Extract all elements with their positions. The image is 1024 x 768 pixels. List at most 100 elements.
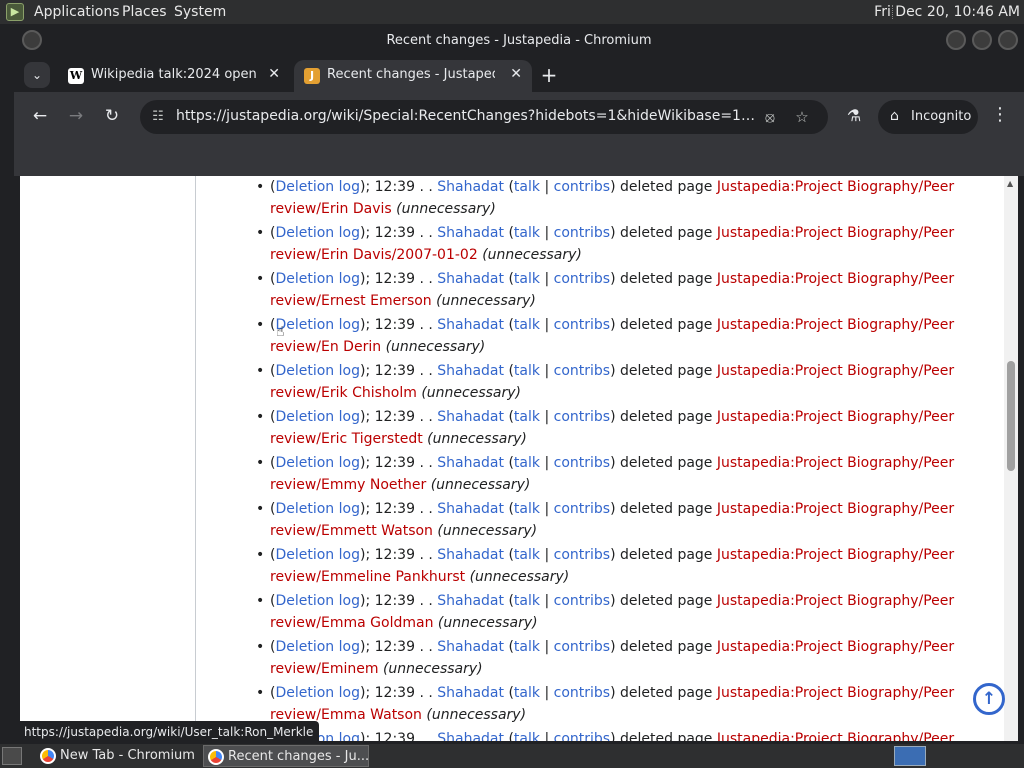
eye-crossed-icon[interactable]: ⦻ bbox=[760, 107, 780, 127]
deletion-log-link[interactable]: Deletion log bbox=[275, 547, 360, 563]
maximize-button[interactable] bbox=[972, 30, 992, 50]
back-arrow-icon[interactable]: ← bbox=[26, 102, 54, 130]
deleted-page-link[interactable]: Justapedia:Project Biography/Peer review… bbox=[270, 731, 954, 741]
menu-applications[interactable]: Applications bbox=[34, 4, 120, 20]
contribs-link[interactable]: contribs bbox=[554, 225, 610, 241]
scrollbar-thumb[interactable] bbox=[1007, 361, 1015, 471]
talk-link[interactable]: talk bbox=[514, 271, 540, 287]
contribs-link[interactable]: contribs bbox=[554, 593, 610, 609]
deletion-log-link[interactable]: Deletion log bbox=[275, 685, 360, 701]
deleted-page-link[interactable]: Justapedia:Project Biography/Peer review… bbox=[270, 639, 954, 677]
status-url-bubble: https://justapedia.org/wiki/User_talk:Ro… bbox=[18, 721, 320, 743]
deletion-log-link[interactable]: Deletion log bbox=[275, 593, 360, 609]
deletion-log-link[interactable]: Deletion log bbox=[275, 179, 360, 195]
deleted-page-link[interactable]: Justapedia:Project Biography/Peer review… bbox=[270, 363, 954, 401]
contribs-link[interactable]: contribs bbox=[554, 179, 610, 195]
tab-wikipedia-talk[interactable]: W Wikipedia talk:2024 open letter ✕ bbox=[58, 60, 290, 92]
user-link[interactable]: Shahadat bbox=[437, 593, 504, 609]
deletion-log-link[interactable]: Deletion log bbox=[275, 455, 360, 471]
contribs-link[interactable]: contribs bbox=[554, 501, 610, 517]
show-desktop-icon[interactable] bbox=[2, 747, 22, 765]
vertical-scrollbar[interactable]: ▲ bbox=[1004, 176, 1018, 741]
deletion-log-link[interactable]: Deletion log bbox=[275, 501, 360, 517]
user-link[interactable]: Shahadat bbox=[437, 225, 504, 241]
contribs-link[interactable]: contribs bbox=[554, 363, 610, 379]
tray-window-icon[interactable] bbox=[894, 746, 926, 766]
contribs-link[interactable]: contribs bbox=[554, 271, 610, 287]
user-link[interactable]: Shahadat bbox=[437, 547, 504, 563]
deletion-log-link[interactable]: Deletion log bbox=[275, 225, 360, 241]
deleted-page-link[interactable]: Justapedia:Project Biography/Peer review… bbox=[270, 593, 954, 631]
talk-link[interactable]: talk bbox=[514, 639, 540, 655]
kebab-menu-icon[interactable]: ⋮ bbox=[990, 104, 1010, 128]
deleted-page-link[interactable]: Justapedia:Project Biography/Peer review… bbox=[270, 179, 954, 217]
new-tab-plus-icon[interactable]: + bbox=[538, 64, 560, 86]
deleted-page-link[interactable]: Justapedia:Project Biography/Peer review… bbox=[270, 317, 954, 355]
contribs-link[interactable]: contribs bbox=[554, 317, 610, 333]
menu-system[interactable]: System bbox=[174, 4, 226, 20]
deleted-page-link[interactable]: Justapedia:Project Biography/Peer review… bbox=[270, 225, 954, 263]
menu-places[interactable]: Places bbox=[122, 4, 167, 20]
taskbar-item-recent-changes[interactable]: Recent changes - Ju... bbox=[203, 745, 369, 767]
talk-link[interactable]: talk bbox=[514, 455, 540, 471]
clock[interactable]: Fri Dec 20, 10:46 AM bbox=[874, 4, 1020, 20]
incognito-indicator[interactable]: ⌂ Incognito bbox=[878, 100, 978, 134]
contribs-link[interactable]: contribs bbox=[554, 455, 610, 471]
talk-link[interactable]: talk bbox=[514, 547, 540, 563]
tab-recent-changes[interactable]: J Recent changes - Justapedia ✕ bbox=[294, 60, 532, 92]
deletion-log-link[interactable]: Deletion log bbox=[275, 639, 360, 655]
deleted-page-link[interactable]: Justapedia:Project Biography/Peer review… bbox=[270, 409, 954, 447]
deleted-page-link[interactable]: Justapedia:Project Biography/Peer review… bbox=[270, 271, 954, 309]
talk-link[interactable]: talk bbox=[514, 363, 540, 379]
user-link[interactable]: Shahadat bbox=[437, 363, 504, 379]
talk-link[interactable]: talk bbox=[514, 731, 540, 741]
back-to-top-arrow-icon[interactable]: ↑ bbox=[973, 683, 1005, 715]
reload-icon[interactable]: ↻ bbox=[98, 102, 126, 130]
deleted-page-link[interactable]: Justapedia:Project Biography/Peer review… bbox=[270, 685, 954, 723]
user-link[interactable]: Shahadat bbox=[437, 317, 504, 333]
contribs-link[interactable]: contribs bbox=[554, 685, 610, 701]
close-window-button[interactable] bbox=[998, 30, 1018, 50]
talk-link[interactable]: talk bbox=[514, 501, 540, 517]
deletion-log-link[interactable]: Deletion log bbox=[275, 363, 360, 379]
talk-link[interactable]: talk bbox=[514, 593, 540, 609]
applications-logo-icon[interactable]: ▶ bbox=[6, 3, 24, 21]
forward-arrow-icon[interactable]: → bbox=[62, 102, 90, 130]
minimize-button[interactable] bbox=[946, 30, 966, 50]
tab-search-button[interactable]: ⌄ bbox=[24, 62, 50, 88]
deleted-page-link[interactable]: Justapedia:Project Biography/Peer review… bbox=[270, 455, 954, 493]
talk-link[interactable]: talk bbox=[514, 317, 540, 333]
contribs-link[interactable]: contribs bbox=[554, 547, 610, 563]
contribs-link[interactable]: contribs bbox=[554, 409, 610, 425]
separator-dots: . . bbox=[419, 271, 433, 287]
user-link[interactable]: Shahadat bbox=[437, 639, 504, 655]
site-settings-icon[interactable]: ☷ bbox=[148, 107, 168, 127]
change-row: (Deletion log); 12:39 . . Shahadat (talk… bbox=[256, 268, 986, 314]
user-link[interactable]: Shahadat bbox=[437, 179, 504, 195]
scroll-up-arrow-icon[interactable]: ▲ bbox=[1007, 179, 1013, 188]
contribs-link[interactable]: contribs bbox=[554, 639, 610, 655]
address-bar[interactable]: ☷ https://justapedia.org/wiki/Special:Re… bbox=[140, 100, 828, 134]
user-link[interactable]: Shahadat bbox=[437, 501, 504, 517]
user-link[interactable]: Shahadat bbox=[437, 409, 504, 425]
contribs-link[interactable]: contribs bbox=[554, 731, 610, 741]
talk-link[interactable]: talk bbox=[514, 685, 540, 701]
deletion-log-link[interactable]: Deletion log bbox=[275, 409, 360, 425]
user-link[interactable]: Shahadat bbox=[437, 455, 504, 471]
talk-link[interactable]: talk bbox=[514, 225, 540, 241]
taskbar-item-new-tab[interactable]: New Tab - Chromium bbox=[36, 745, 198, 767]
user-link[interactable]: Shahadat bbox=[437, 685, 504, 701]
labs-flask-icon[interactable]: ⚗ bbox=[844, 106, 864, 126]
talk-link[interactable]: talk bbox=[514, 409, 540, 425]
tab-close-icon[interactable]: ✕ bbox=[268, 66, 280, 82]
talk-link[interactable]: talk bbox=[514, 179, 540, 195]
title-bar[interactable]: Recent changes - Justapedia - Chromium bbox=[14, 24, 1024, 58]
user-link[interactable]: Shahadat bbox=[437, 731, 504, 741]
bookmark-star-icon[interactable]: ☆ bbox=[792, 107, 812, 127]
deleted-page-link[interactable]: Justapedia:Project Biography/Peer review… bbox=[270, 501, 954, 539]
url-text[interactable]: https://justapedia.org/wiki/Special:Rece… bbox=[176, 108, 756, 124]
deleted-page-link[interactable]: Justapedia:Project Biography/Peer review… bbox=[270, 547, 954, 585]
deletion-log-link[interactable]: Deletion log bbox=[275, 271, 360, 287]
tab-close-icon[interactable]: ✕ bbox=[510, 66, 522, 82]
user-link[interactable]: Shahadat bbox=[437, 271, 504, 287]
